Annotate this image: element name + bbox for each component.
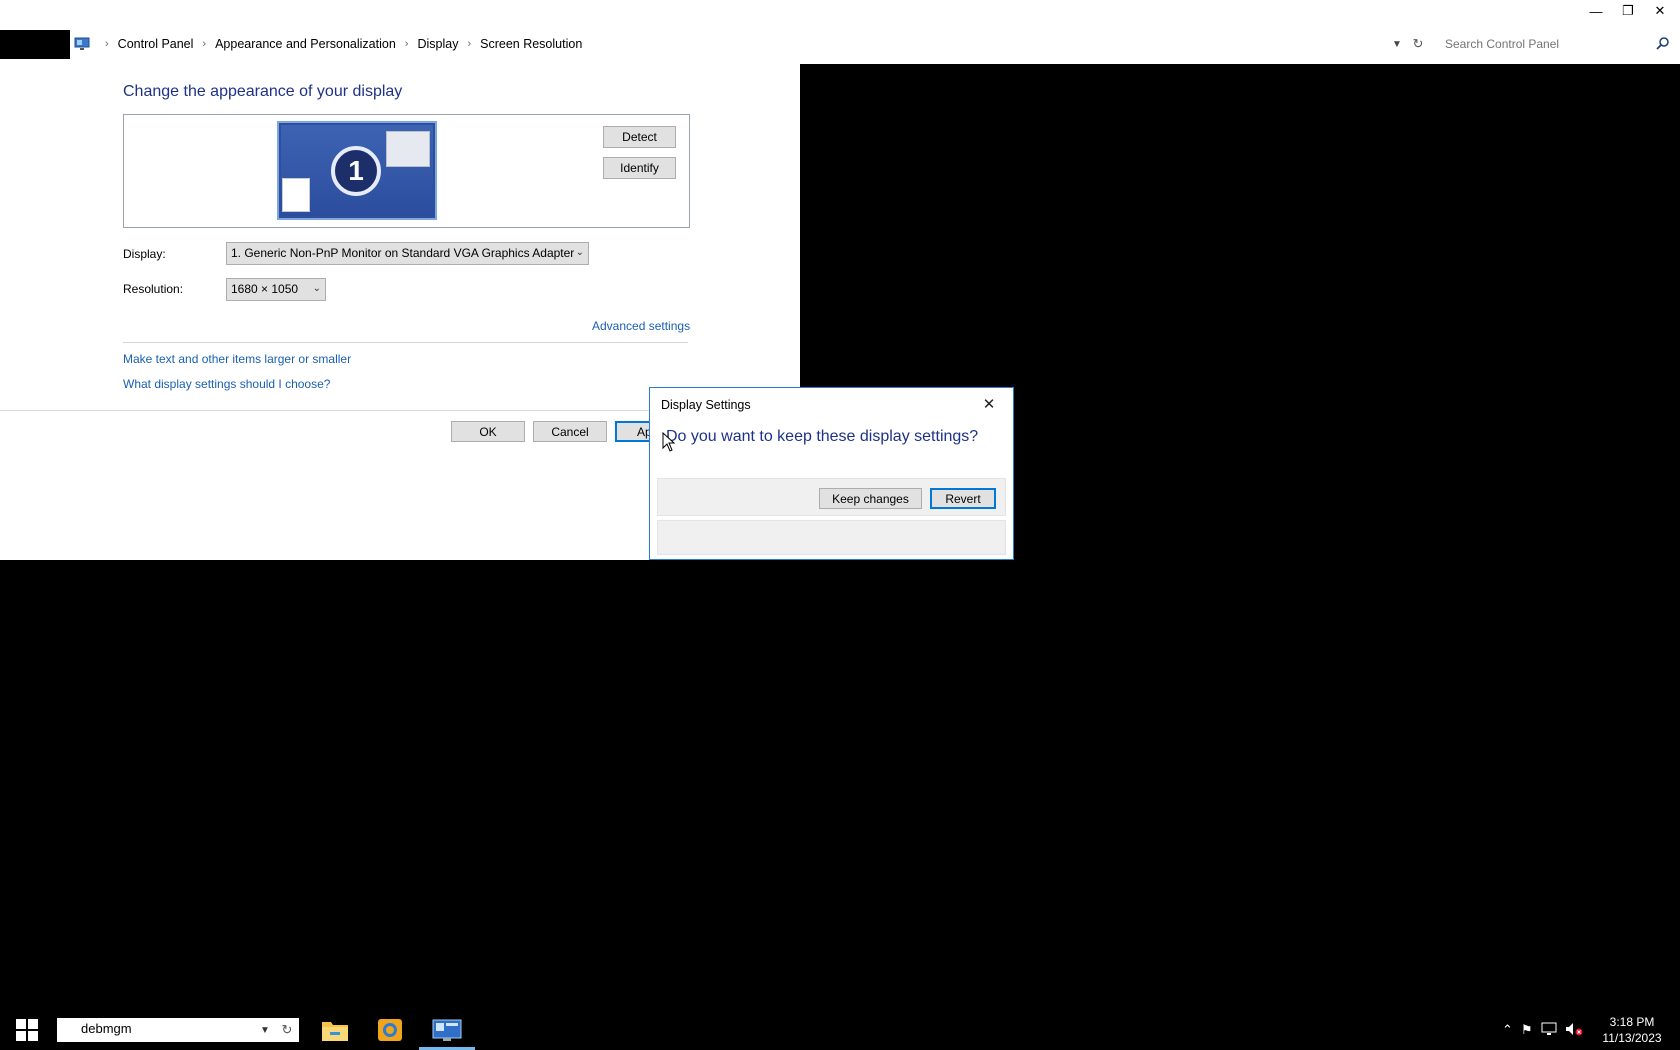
volume-muted-icon[interactable] [1565, 1022, 1583, 1039]
monitor-number-badge: 1 [331, 146, 381, 196]
refresh-icon[interactable]: ↻ [279, 1021, 295, 1039]
resolution-label: Resolution: [123, 282, 184, 296]
chevron-down-icon: ⌄ [312, 283, 321, 294]
dialog-question: Do you want to keep these display settin… [666, 428, 979, 445]
ok-button[interactable]: OK [451, 421, 525, 442]
dialog-title: Display Settings [661, 398, 751, 412]
display-select-value: 1. Generic Non-PnP Monitor on Standard V… [231, 246, 575, 260]
dialog-status-area [657, 520, 1006, 555]
taskbar-address-value: debmgm [81, 1021, 132, 1036]
close-icon[interactable]: ✕ [980, 395, 998, 413]
breadcrumb-separator: › [105, 38, 109, 50]
resolution-select[interactable]: 1680 × 1050 ⌄ [226, 278, 326, 301]
chevron-up-icon[interactable]: ⌃ [1502, 1022, 1513, 1038]
file-explorer-icon[interactable] [311, 1010, 359, 1050]
monitor-window-graphic [386, 131, 430, 167]
network-icon[interactable] [1541, 1022, 1557, 1039]
breadcrumb-separator: › [404, 38, 409, 50]
breadcrumb-control-panel[interactable]: Control Panel [118, 37, 194, 51]
search-input[interactable] [1445, 36, 1645, 52]
display-settings-icon[interactable] [423, 1010, 471, 1050]
text-size-link[interactable]: Make text and other items larger or smal… [123, 352, 351, 366]
monitor-doc-graphic [282, 178, 310, 212]
restore-button[interactable]: ❐ [1613, 0, 1643, 22]
app-icon[interactable] [366, 1010, 414, 1050]
navigation-buttons[interactable] [0, 30, 70, 59]
system-tray: ⌃ ⚑ [1502, 1018, 1583, 1042]
display-select[interactable]: 1. Generic Non-PnP Monitor on Standard V… [226, 242, 589, 265]
resolution-select-value: 1680 × 1050 [231, 282, 299, 296]
clock-time: 3:18 PM [1609, 1015, 1655, 1029]
refresh-icon[interactable]: ↻ [1410, 35, 1426, 53]
close-window-button[interactable]: ✕ [1645, 0, 1675, 22]
chevron-down-icon[interactable]: ▼ [1390, 36, 1404, 52]
chevron-down-icon: ⌄ [575, 247, 584, 258]
keep-changes-button[interactable]: Keep changes [819, 488, 922, 509]
identify-button[interactable]: Identify [603, 157, 676, 179]
breadcrumb-appearance[interactable]: Appearance and Personalization [215, 37, 396, 51]
clock[interactable]: 3:18 PM 11/13/2023 [1596, 1014, 1668, 1046]
advanced-settings-link[interactable]: Advanced settings [592, 319, 690, 333]
breadcrumb-separator: › [202, 38, 207, 50]
breadcrumb: › Control Panel › Appearance and Persona… [74, 35, 582, 53]
divider [123, 342, 688, 343]
windows-start-icon[interactable] [0, 1010, 54, 1050]
breadcrumb-separator: › [467, 38, 472, 50]
revert-button[interactable]: Revert [930, 488, 996, 509]
title-bar [0, 0, 1680, 22]
control-panel-icon [74, 37, 90, 51]
clock-date: 11/13/2023 [1602, 1031, 1662, 1045]
display-label: Display: [123, 247, 166, 261]
chevron-down-icon[interactable]: ▼ [259, 1022, 271, 1038]
mouse-cursor-icon [662, 431, 676, 452]
breadcrumb-display[interactable]: Display [417, 37, 458, 51]
breadcrumb-screen-resolution[interactable]: Screen Resolution [480, 37, 582, 51]
detect-button[interactable]: Detect [603, 126, 676, 148]
minimize-button[interactable]: — [1581, 0, 1611, 22]
page-title: Change the appearance of your display [123, 83, 403, 100]
flag-icon[interactable]: ⚑ [1521, 1022, 1533, 1038]
which-settings-link[interactable]: What display settings should I choose? [123, 377, 330, 391]
search-icon[interactable] [1656, 36, 1672, 52]
cancel-button[interactable]: Cancel [533, 421, 607, 442]
